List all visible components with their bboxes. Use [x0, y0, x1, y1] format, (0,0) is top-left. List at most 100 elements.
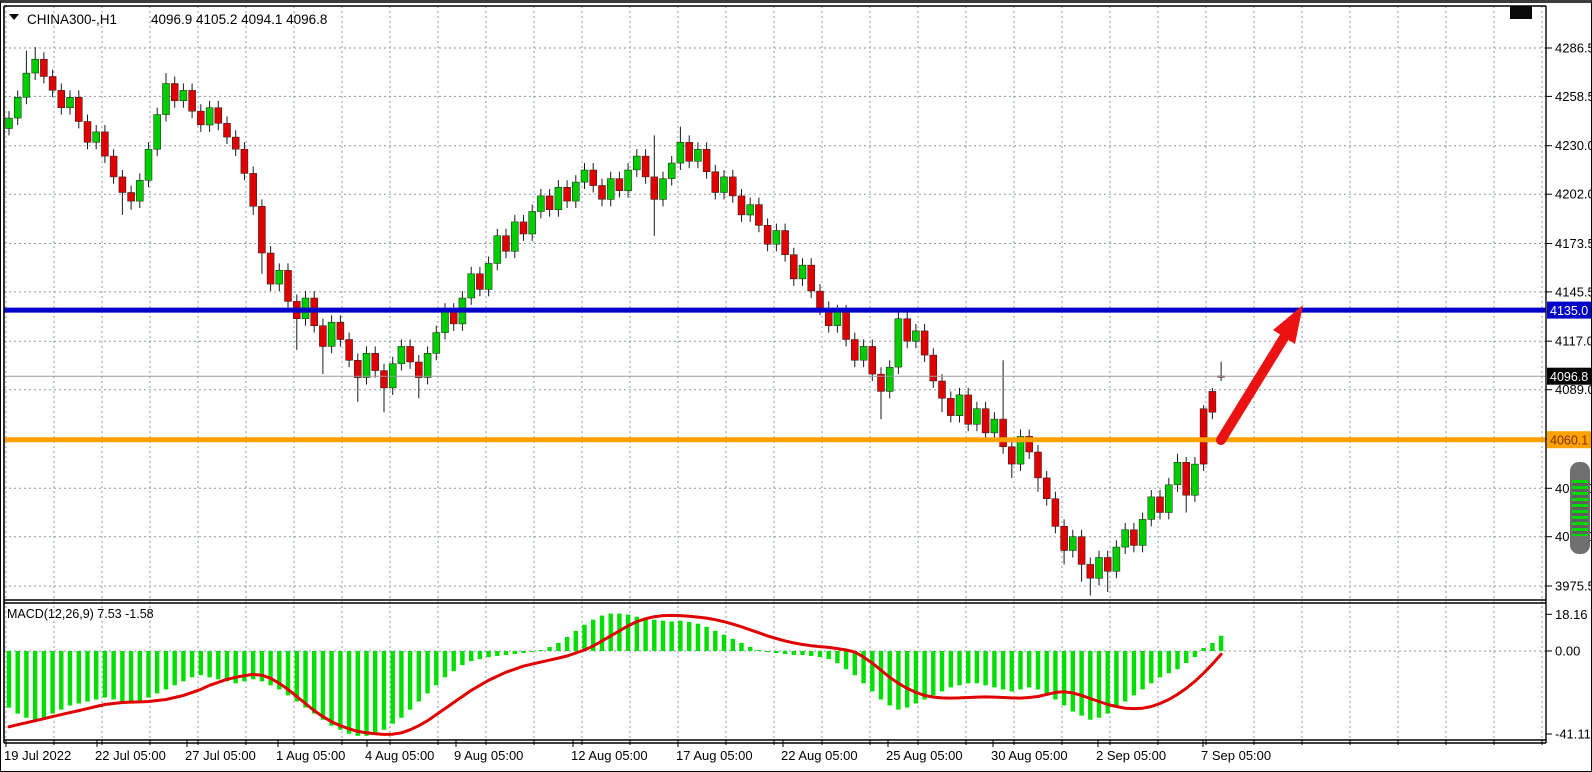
candle-bullish — [625, 170, 632, 191]
macd-histogram-bar — [896, 651, 900, 710]
candle-bullish — [511, 222, 518, 251]
macd-histogram-bar — [382, 651, 386, 730]
macd-indicator-label: MACD(12,26,9) 7.53 -1.58 — [7, 607, 154, 621]
macd-histogram-bar — [609, 614, 613, 651]
macd-histogram-bar — [774, 651, 778, 653]
candle-bullish — [860, 346, 867, 360]
macd-histogram-bar — [225, 651, 229, 681]
candle-bearish — [712, 172, 719, 193]
macd-histogram-bar — [373, 651, 377, 734]
candle-bearish — [407, 346, 414, 362]
candle-bearish — [651, 177, 658, 200]
macd-histogram-bar — [1123, 651, 1127, 702]
macd-pane — [4, 614, 1546, 736]
candle-bullish — [668, 163, 675, 179]
candle-bullish — [6, 118, 13, 128]
candle-bullish — [991, 419, 998, 433]
macd-histogram-bar — [765, 651, 769, 652]
candle-bullish — [912, 331, 919, 341]
candle-bearish — [1061, 526, 1068, 550]
macd-histogram-bar — [957, 651, 961, 685]
candle-bullish — [424, 353, 431, 377]
price-tick-label: 4173.5 — [1555, 236, 1591, 251]
macd-tick-label: -41.11 — [1555, 727, 1591, 742]
candle-bullish — [32, 59, 39, 73]
candle-bearish — [1157, 497, 1164, 513]
macd-histogram-bar — [652, 620, 656, 651]
time-tick-label: 25 Aug 05:00 — [886, 748, 963, 763]
candle-bearish — [58, 90, 65, 107]
price-axis[interactable]: 4286.54258.54230.04202.04173.54145.54117… — [1546, 41, 1591, 742]
candle-bullish — [363, 353, 370, 377]
symbol-dropdown-icon[interactable] — [9, 14, 19, 20]
macd-histogram-bar — [42, 651, 46, 718]
candle-bullish — [206, 108, 213, 125]
candle-bearish — [616, 179, 623, 191]
candle-bearish — [965, 395, 972, 424]
candle-bullish — [276, 270, 283, 284]
chart-canvas[interactable]: 4286.54258.54230.04202.04173.54145.54117… — [1, 3, 1591, 772]
candle-bullish — [468, 274, 475, 298]
macd-histogram-bar — [1193, 651, 1197, 657]
macd-histogram-bar — [722, 635, 726, 651]
macd-histogram-bar — [173, 651, 177, 685]
macd-histogram-bar — [521, 651, 525, 653]
macd-histogram-bar — [940, 651, 944, 691]
candle-bearish — [939, 381, 946, 398]
macd-histogram-bar — [827, 651, 831, 659]
candle-bearish — [921, 331, 928, 355]
macd-histogram-bar — [739, 643, 743, 651]
candle-bearish — [285, 270, 292, 301]
macd-histogram-bar — [460, 651, 464, 665]
bullish-arrow[interactable] — [1221, 305, 1303, 440]
macd-histogram-bar — [1175, 651, 1179, 669]
macd-histogram-bar — [853, 651, 857, 675]
time-tick-label: 27 Jul 05:00 — [185, 748, 256, 763]
candle-bearish — [415, 362, 422, 378]
candle-bullish — [328, 322, 335, 346]
macd-histogram-bar — [1027, 651, 1031, 687]
candle-bearish — [503, 236, 510, 252]
macd-histogram-bar — [809, 651, 813, 656]
macd-histogram-bar — [1001, 651, 1005, 689]
candle-bearish — [171, 84, 178, 101]
macd-histogram-bar — [539, 650, 543, 651]
macd-histogram-bar — [1079, 651, 1083, 716]
macd-tick-label: 0.00 — [1555, 644, 1580, 659]
candle-bullish — [895, 319, 902, 367]
candle-bearish — [817, 291, 824, 308]
macd-histogram-bar — [1114, 651, 1118, 708]
macd-histogram-bar — [33, 651, 37, 720]
macd-histogram-bar — [329, 651, 333, 726]
vertical-scrollbar-thumb[interactable] — [1570, 462, 1590, 554]
macd-histogram-bar — [478, 651, 482, 659]
candle-bearish — [1035, 452, 1042, 478]
macd-histogram-bar — [408, 651, 412, 710]
candle-bearish — [40, 59, 47, 76]
arrow-shaft[interactable] — [1221, 336, 1285, 440]
macd-histogram-bar — [7, 651, 11, 708]
candle-bullish — [581, 170, 588, 182]
candle-bearish — [215, 108, 222, 124]
candle-bullish — [1148, 497, 1155, 520]
macd-histogram-bar — [574, 631, 578, 651]
macd-histogram-bar — [643, 618, 647, 651]
candle-bullish — [694, 149, 701, 161]
macd-histogram-bar — [1062, 651, 1066, 706]
candle-bullish — [799, 265, 806, 279]
macd-histogram-bar — [399, 651, 403, 718]
time-tick-label: 22 Jul 05:00 — [95, 748, 166, 763]
macd-histogram-bar — [547, 647, 551, 651]
candle-bearish — [564, 187, 571, 201]
macd-histogram-bar — [1140, 651, 1144, 689]
candle-bearish — [224, 123, 231, 137]
macd-histogram-bar — [1071, 651, 1075, 712]
price-tick-label: 4117.0 — [1555, 334, 1591, 349]
macd-histogram-bar — [844, 651, 848, 669]
macd-histogram-bar — [425, 651, 429, 693]
candle-bullish — [677, 142, 684, 163]
candle-bearish — [1130, 530, 1137, 546]
candle-bullish — [154, 115, 161, 150]
macd-histogram-bar — [16, 651, 20, 714]
macd-histogram-bar — [800, 651, 804, 655]
